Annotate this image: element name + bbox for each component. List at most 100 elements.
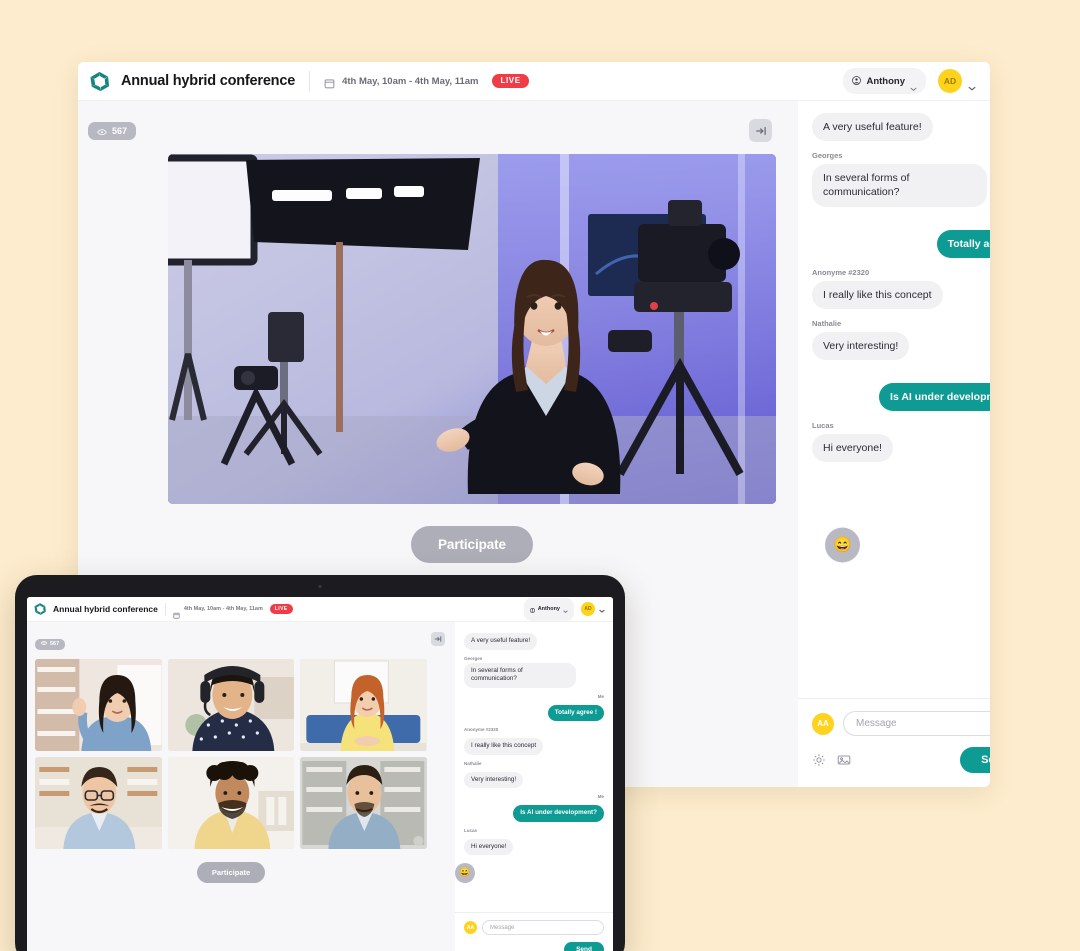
participant-grid (35, 659, 427, 849)
tablet-device-mockup: Annual hybrid conference 4th May, 10am -… (15, 575, 625, 951)
tablet-body: 567 Participate 😄 A very useful feature!… (27, 622, 613, 951)
person-icon (529, 600, 535, 618)
tablet-composer-avatar: AA (464, 921, 477, 934)
tablet-chat-message-list[interactable]: A very useful feature! Georges In severa… (455, 622, 613, 912)
collapse-panel-icon[interactable] (749, 119, 772, 142)
page-canvas: Annual hybrid conference 4th May, 10am -… (0, 0, 1080, 951)
message-input[interactable] (843, 711, 990, 736)
smiley-face-icon[interactable]: 😄 (825, 527, 860, 562)
participant-tile-1[interactable] (35, 659, 162, 751)
tablet-chat-panel: A very useful feature! Georges In severa… (455, 622, 613, 951)
gear-icon[interactable] (464, 946, 472, 951)
participant-tile-4[interactable] (35, 757, 162, 849)
header-divider (309, 70, 311, 92)
message-text: A very useful feature! (464, 633, 538, 650)
chat-message: A very useful feature! (464, 629, 604, 650)
chevron-down-icon (910, 79, 917, 92)
chevron-down-icon (563, 600, 568, 618)
person-icon (852, 72, 862, 90)
tablet-stage-footer: Participate 😄 (35, 862, 475, 883)
tablet-screen: Annual hybrid conference 4th May, 10am -… (27, 597, 613, 951)
message-sender: Lucas (812, 421, 834, 431)
tablet-chat-composer: AA Send (455, 912, 613, 951)
viewer-count: 567 (112, 126, 128, 136)
chat-message: Nathalie Very interesting! (812, 318, 990, 361)
tablet-header-divider (164, 602, 166, 616)
chat-message: Anonyme #2320 I really like this concept (812, 268, 990, 309)
viewer-count-badge: 567 (88, 122, 137, 140)
chat-message-list[interactable]: A very useful feature! Georges In severa… (798, 101, 990, 698)
chat-panel: A very useful feature! Georges In severa… (798, 101, 990, 787)
user-name: Anthony (866, 75, 905, 87)
tablet-message-input[interactable] (482, 920, 604, 935)
tablet-send-button[interactable]: Send (564, 942, 604, 951)
stage-topbar: 567 (88, 119, 776, 143)
message-sender: Anonyme #2320 (812, 267, 870, 277)
avatar[interactable]: AD (938, 69, 962, 93)
tablet-viewer-count-badge: 567 (35, 638, 66, 650)
tablet-composer-action-row: Send (464, 942, 604, 951)
eye-icon (97, 127, 107, 135)
chat-message: Georges In several forms of communicatio… (464, 656, 604, 688)
message-text: Hi everyone! (812, 434, 893, 463)
shutter-logo-icon (33, 602, 47, 616)
message-text: Hi everyone! (464, 838, 514, 855)
app-header: Annual hybrid conference 4th May, 10am -… (78, 62, 990, 101)
message-sender: Nathalie (464, 760, 482, 766)
message-sender: Nathalie (812, 318, 842, 328)
meeting-time: 4th May, 10am - 4th May, 11am (342, 75, 479, 87)
tablet-camera-icon (318, 585, 322, 588)
message-sender: Me (812, 217, 990, 226)
composer-action-row: Send (812, 747, 990, 773)
composer-input-row: AA (812, 711, 990, 736)
stage-footer: Participate 😄 (168, 526, 860, 563)
chat-message: Me Totally agree ! (464, 694, 604, 721)
avatar-chevron-down-icon[interactable] (968, 78, 976, 91)
participant-tile-3[interactable] (300, 659, 427, 751)
send-button[interactable]: Send (960, 747, 990, 773)
message-text: Very interesting! (464, 771, 524, 788)
tablet-avatar[interactable]: AD (581, 602, 595, 616)
composer-avatar: AA (812, 712, 834, 735)
message-text: I really like this concept (812, 280, 943, 309)
message-sender: Anonyme #2320 (464, 727, 499, 732)
tablet-participate-button[interactable]: Participate (196, 862, 266, 883)
chat-message: Anonyme #2320 I really like this concept (464, 727, 604, 755)
image-icon[interactable] (479, 946, 487, 951)
chat-message: Georges In several forms of communicatio… (812, 151, 990, 207)
chat-message: Me Is AI under development? (812, 370, 990, 412)
live-badge: LIVE (492, 74, 529, 88)
tablet-meeting-time: 4th May, 10am - 4th May, 11am (183, 606, 263, 612)
tablet-viewer-count: 567 (50, 641, 60, 647)
chat-message: Lucas Hi everyone! (812, 421, 990, 463)
participant-tile-2[interactable] (167, 659, 295, 751)
message-text: Is AI under development? (513, 805, 604, 822)
smiley-face-icon[interactable]: 😄 (455, 862, 475, 883)
gear-icon[interactable] (812, 753, 826, 767)
chat-composer: AA Message S (798, 698, 990, 787)
tablet-page-title: Annual hybrid conference (53, 604, 158, 614)
shutter-logo-icon (88, 70, 111, 93)
user-selector[interactable]: Anthony (843, 68, 926, 94)
message-text: Totally agree ! (936, 229, 990, 258)
main-video-player[interactable] (168, 154, 776, 504)
eye-icon (40, 641, 48, 647)
tablet-avatar-chevron-down-icon[interactable] (599, 600, 605, 618)
tablet-video-stage: 567 Participate 😄 (27, 622, 475, 951)
message-text: I really like this concept (464, 738, 544, 755)
tablet-collapse-panel-icon[interactable] (431, 632, 445, 646)
message-text: Very interesting! (812, 331, 910, 361)
participate-button[interactable]: Participate (411, 526, 533, 563)
participant-tile-5[interactable] (167, 757, 295, 849)
calendar-icon (324, 76, 335, 88)
message-text: In several forms of communication? (812, 164, 987, 207)
message-text: In several forms of communication? (464, 662, 576, 688)
tablet-app-header: Annual hybrid conference 4th May, 10am -… (27, 597, 613, 622)
image-icon[interactable] (837, 753, 851, 767)
chat-message: Nathalie Very interesting! (464, 760, 604, 788)
participant-tile-6[interactable] (300, 757, 427, 849)
message-text: Is AI under development? (879, 383, 990, 412)
message-sender: Georges (464, 655, 483, 661)
tablet-live-badge: LIVE (269, 604, 293, 614)
tablet-user-selector[interactable]: Anthony (523, 597, 574, 621)
